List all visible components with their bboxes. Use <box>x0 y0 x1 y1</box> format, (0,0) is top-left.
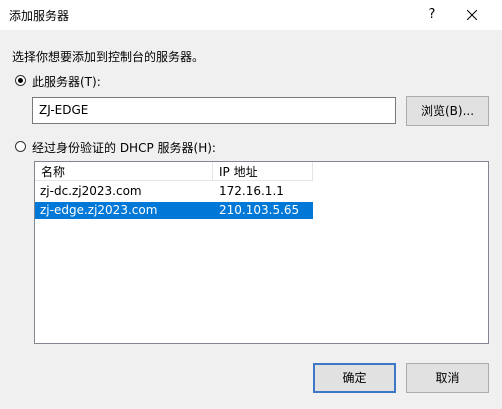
browse-button[interactable]: 浏览(B)... <box>406 96 489 126</box>
title-bar: 添加服务器 ? <box>0 0 502 30</box>
column-header-name[interactable]: 名称 <box>35 162 213 181</box>
instruction-text: 选择你想要添加到控制台的服务器。 <box>12 50 205 64</box>
close-icon <box>466 9 478 21</box>
dhcp-server-list[interactable]: 名称 IP 地址 zj-dc.zj2023.com 172.16.1.1 zj-… <box>34 161 489 344</box>
this-server-label[interactable]: 此服务器(T): <box>32 73 101 90</box>
this-server-radio[interactable] <box>15 75 26 86</box>
help-button[interactable]: ? <box>412 0 452 30</box>
list-item[interactable]: zj-dc.zj2023.com 172.16.1.1 <box>35 183 313 200</box>
ok-button[interactable]: 确定 <box>313 363 396 393</box>
server-name: zj-edge.zj2023.com <box>40 203 158 217</box>
column-header-ip[interactable]: IP 地址 <box>213 162 313 181</box>
dhcp-server-label[interactable]: 经过身份验证的 DHCP 服务器(H): <box>32 139 216 156</box>
close-button[interactable] <box>452 0 492 30</box>
server-ip: 172.16.1.1 <box>219 184 284 198</box>
server-name: zj-dc.zj2023.com <box>40 184 142 198</box>
server-ip: 210.103.5.65 <box>219 203 300 217</box>
cancel-button[interactable]: 取消 <box>406 363 489 393</box>
window-title: 添加服务器 <box>9 9 70 23</box>
list-header: 名称 IP 地址 <box>35 162 488 182</box>
dhcp-server-radio[interactable] <box>15 141 26 152</box>
server-name-input[interactable]: ZJ-EDGE <box>32 97 396 124</box>
list-item-selected[interactable]: zj-edge.zj2023.com 210.103.5.65 <box>35 202 313 219</box>
